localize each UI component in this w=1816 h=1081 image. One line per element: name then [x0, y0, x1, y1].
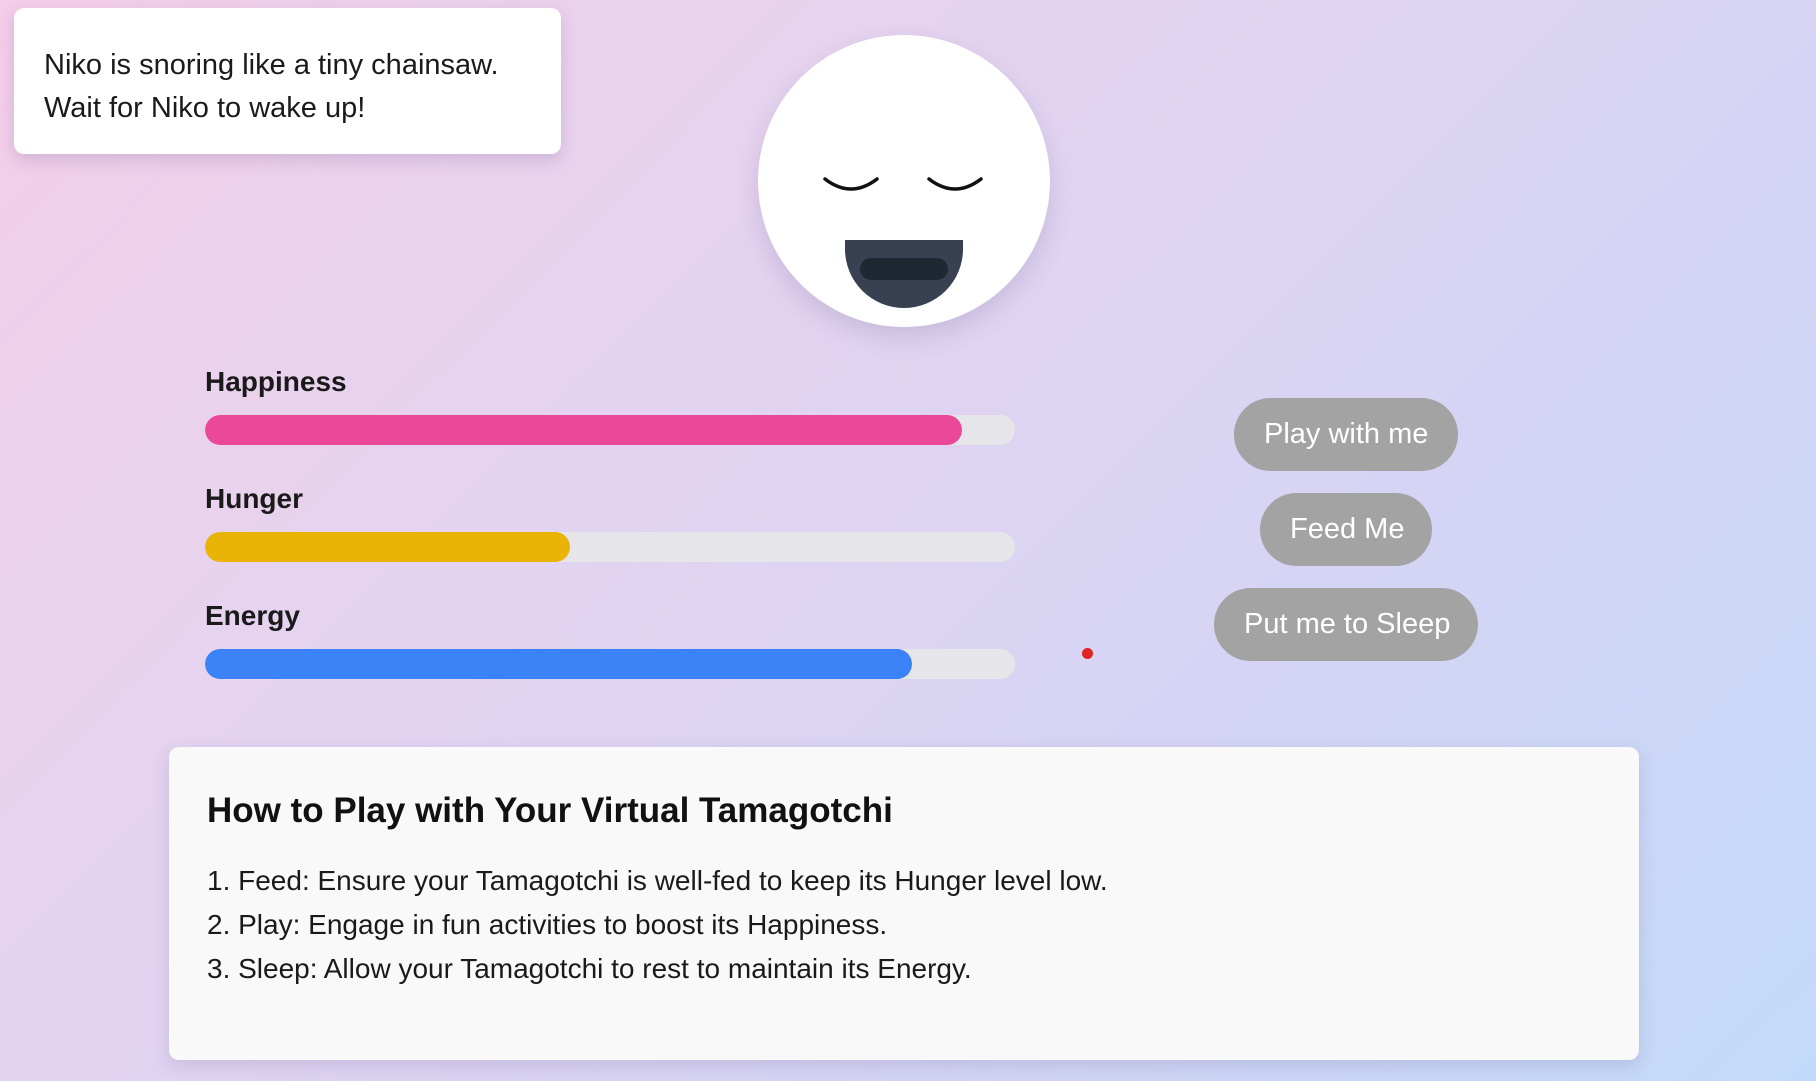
status-toast: Niko is snoring like a tiny chainsaw. Wa… [14, 8, 561, 154]
hunger-bar-fill [205, 532, 570, 562]
stat-happiness: Happiness [205, 360, 1015, 477]
stat-energy: Energy [205, 594, 1015, 711]
energy-bar-track [205, 649, 1015, 679]
stats-panel: Happiness Hunger Energy [205, 360, 1015, 711]
hunger-bar-track [205, 532, 1015, 562]
sleeping-face-icon [823, 177, 983, 308]
play-button[interactable]: Play with me [1234, 398, 1458, 471]
pet-face-avatar [758, 35, 1050, 327]
mouth-inner [860, 258, 948, 280]
instruction-item-feed: 1. Feed: Ensure your Tamagotchi is well-… [207, 865, 1108, 896]
instructions-list: 1. Feed: Ensure your Tamagotchi is well-… [207, 859, 1601, 991]
happiness-bar-track [205, 415, 1015, 445]
energy-bar-fill [205, 649, 913, 679]
instructions-card: How to Play with Your Virtual Tamagotchi… [169, 747, 1639, 1060]
stat-label-hunger: Hunger [205, 483, 303, 514]
happiness-bar-fill [205, 415, 963, 445]
closed-left-eye [823, 177, 879, 191]
cursor-indicator [1082, 648, 1093, 659]
instruction-item-play: 2. Play: Engage in fun activities to boo… [207, 909, 888, 940]
instruction-item-sleep: 3. Sleep: Allow your Tamagotchi to rest … [207, 953, 972, 984]
stat-hunger: Hunger [205, 477, 1015, 594]
instructions-title: How to Play with Your Virtual Tamagotchi [207, 791, 893, 830]
closed-right-eye [927, 177, 983, 191]
stat-label-energy: Energy [205, 600, 300, 631]
sleep-button[interactable]: Put me to Sleep [1214, 588, 1478, 661]
toast-message-line-1: Niko is snoring like a tiny chainsaw. [44, 49, 499, 81]
feed-button[interactable]: Feed Me [1260, 493, 1432, 566]
toast-message-line-2: Wait for Niko to wake up! [44, 92, 366, 124]
stat-label-happiness: Happiness [205, 366, 347, 397]
